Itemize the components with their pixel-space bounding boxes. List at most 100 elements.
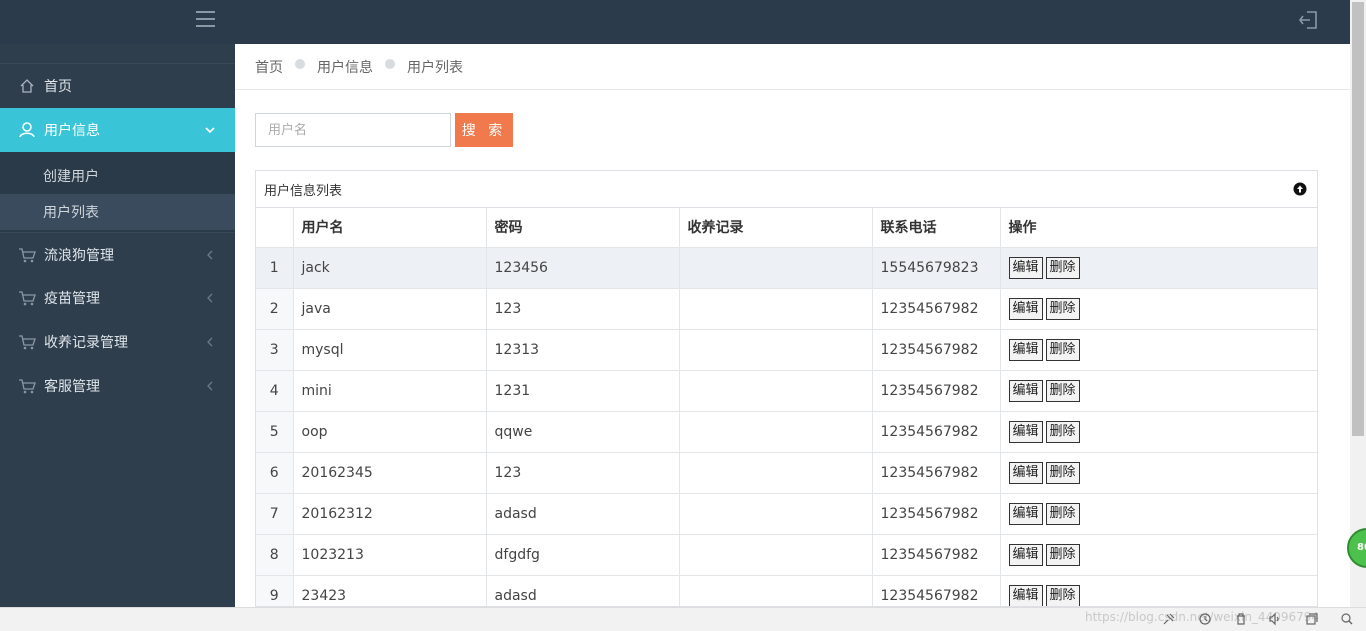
breadcrumb-user-list: 用户列表 bbox=[407, 59, 463, 76]
cell-username: mysql bbox=[293, 329, 487, 371]
cell-adoption-record bbox=[679, 575, 873, 606]
cell-adoption-record bbox=[679, 288, 873, 330]
panel-header: 用户信息列表 bbox=[256, 171, 1317, 208]
breadcrumb-separator bbox=[295, 58, 305, 69]
home-icon bbox=[18, 77, 36, 95]
delete-button[interactable]: 删除 bbox=[1045, 379, 1080, 402]
cell-actions: 编辑 删除 bbox=[1000, 452, 1317, 494]
table-row: 1 jack 123456 15545679823 编辑 删除 bbox=[256, 247, 1317, 289]
cart-icon bbox=[18, 246, 36, 264]
chevron-left-icon bbox=[207, 250, 213, 260]
trash-icon[interactable] bbox=[1234, 612, 1248, 626]
table-row: 9 23423 adasd 12354567982 编辑 删除 bbox=[256, 575, 1317, 606]
row-index: 6 bbox=[256, 452, 294, 494]
user-table: 用户名 密码 收养记录 联系电话 操作 1 jack 123456 155456… bbox=[256, 208, 1317, 606]
cell-password: 123 bbox=[486, 288, 680, 330]
cell-phone: 12354567982 bbox=[872, 411, 1001, 453]
sidebar-item-label: 收养记录管理 bbox=[44, 335, 128, 351]
row-index: 8 bbox=[256, 534, 294, 576]
top-bar bbox=[0, 0, 1350, 44]
cell-adoption-record bbox=[679, 370, 873, 412]
sidebar-item-adoption-records[interactable]: 收养记录管理 bbox=[0, 320, 235, 364]
chevron-left-icon bbox=[207, 293, 213, 303]
arrow-up-circle-icon[interactable] bbox=[1293, 182, 1307, 196]
cell-username: jack bbox=[293, 247, 487, 289]
search-icon[interactable] bbox=[1340, 612, 1354, 626]
edit-button[interactable]: 编辑 bbox=[1008, 297, 1043, 320]
cell-password: qqwe bbox=[486, 411, 680, 453]
sidebar-item-vaccines[interactable]: 疫苗管理 bbox=[0, 276, 235, 320]
edit-button[interactable]: 编辑 bbox=[1008, 338, 1043, 361]
user-list-panel: 用户信息列表 用户名 密码 收养记录 联系电话 操作 1 jack 123456 bbox=[255, 170, 1318, 607]
user-icon bbox=[18, 121, 36, 139]
edit-button[interactable]: 编辑 bbox=[1008, 543, 1043, 566]
username-search-input[interactable] bbox=[255, 113, 451, 147]
sidebar-item-create-user[interactable]: 创建用户 bbox=[0, 158, 235, 194]
search-button[interactable]: 搜 索 bbox=[455, 113, 513, 147]
edit-button[interactable]: 编辑 bbox=[1008, 584, 1043, 606]
row-index: 3 bbox=[256, 329, 294, 371]
cell-username: java bbox=[293, 288, 487, 330]
cell-phone: 12354567982 bbox=[872, 288, 1001, 330]
cell-username: mini bbox=[293, 370, 487, 412]
delete-button[interactable]: 删除 bbox=[1045, 420, 1080, 443]
delete-button[interactable]: 删除 bbox=[1045, 297, 1080, 320]
sidebar-item-user-list[interactable]: 用户列表 bbox=[0, 194, 235, 230]
breadcrumb: 首页 用户信息 用户列表 bbox=[235, 44, 1350, 90]
row-index: 7 bbox=[256, 493, 294, 535]
cell-actions: 编辑 删除 bbox=[1000, 288, 1317, 330]
table-row: 4 mini 1231 12354567982 编辑 删除 bbox=[256, 370, 1317, 412]
delete-button[interactable]: 删除 bbox=[1045, 543, 1080, 566]
sidebar-item-home[interactable]: 首页 bbox=[0, 64, 235, 108]
logout-icon[interactable] bbox=[1298, 9, 1320, 31]
edit-button[interactable]: 编辑 bbox=[1008, 502, 1043, 525]
refresh-icon[interactable] bbox=[1198, 612, 1212, 626]
cell-username: 23423 bbox=[293, 575, 487, 606]
sidebar-item-label: 用户信息 bbox=[44, 123, 100, 139]
row-index: 5 bbox=[256, 411, 294, 453]
delete-button[interactable]: 删除 bbox=[1045, 502, 1080, 525]
column-header: 操作 bbox=[1000, 208, 1317, 248]
page-scrollbar[interactable] bbox=[1350, 0, 1366, 607]
cell-username: 20162345 bbox=[293, 452, 487, 494]
submenu-user-info: 创建用户 用户列表 bbox=[0, 152, 235, 232]
delete-button[interactable]: 删除 bbox=[1045, 338, 1080, 361]
breadcrumb-home[interactable]: 首页 bbox=[255, 57, 283, 77]
window-icon[interactable] bbox=[1305, 612, 1319, 626]
sidebar-item-customer-service[interactable]: 客服管理 bbox=[0, 364, 235, 408]
cell-actions: 编辑 删除 bbox=[1000, 370, 1317, 412]
scrollbar-thumb[interactable] bbox=[1352, 2, 1364, 436]
sidebar-item-user-info[interactable]: 用户信息 bbox=[0, 108, 235, 152]
volume-icon[interactable] bbox=[1268, 612, 1282, 626]
menu-icon[interactable] bbox=[196, 11, 215, 27]
sidebar-item-stray-dogs[interactable]: 流浪狗管理 bbox=[0, 232, 235, 276]
edit-button[interactable]: 编辑 bbox=[1008, 420, 1043, 443]
sidebar-item-label: 客服管理 bbox=[44, 379, 100, 395]
chevron-left-icon bbox=[207, 337, 213, 347]
cell-phone: 12354567982 bbox=[872, 370, 1001, 412]
cell-actions: 编辑 删除 bbox=[1000, 411, 1317, 453]
column-header: 密码 bbox=[486, 208, 680, 248]
edit-button[interactable]: 编辑 bbox=[1008, 256, 1043, 279]
column-header: 联系电话 bbox=[872, 208, 1001, 248]
edit-button[interactable]: 编辑 bbox=[1008, 461, 1043, 484]
cell-phone: 15545679823 bbox=[872, 247, 1001, 289]
table-row: 7 20162312 adasd 12354567982 编辑 删除 bbox=[256, 493, 1317, 535]
row-index: 1 bbox=[256, 247, 294, 289]
edit-button[interactable]: 编辑 bbox=[1008, 379, 1043, 402]
cell-adoption-record bbox=[679, 247, 873, 289]
breadcrumb-user-info[interactable]: 用户信息 bbox=[317, 57, 373, 77]
delete-button[interactable]: 删除 bbox=[1045, 584, 1080, 606]
column-header: 收养记录 bbox=[679, 208, 873, 248]
delete-button[interactable]: 删除 bbox=[1045, 461, 1080, 484]
row-index: 4 bbox=[256, 370, 294, 412]
browser-status-bar: https://blog.csdn.net/weixin_44096794 bbox=[0, 607, 1366, 631]
delete-button[interactable]: 删除 bbox=[1045, 256, 1080, 279]
pin-icon[interactable] bbox=[1162, 612, 1176, 626]
panel-title: 用户信息列表 bbox=[264, 183, 343, 199]
table-row: 5 oop qqwe 12354567982 编辑 删除 bbox=[256, 411, 1317, 453]
cell-password: 123 bbox=[486, 452, 680, 494]
cell-username: 20162312 bbox=[293, 493, 487, 535]
cell-password: 123456 bbox=[486, 247, 680, 289]
table-header-row: 用户名 密码 收养记录 联系电话 操作 bbox=[256, 208, 1317, 248]
